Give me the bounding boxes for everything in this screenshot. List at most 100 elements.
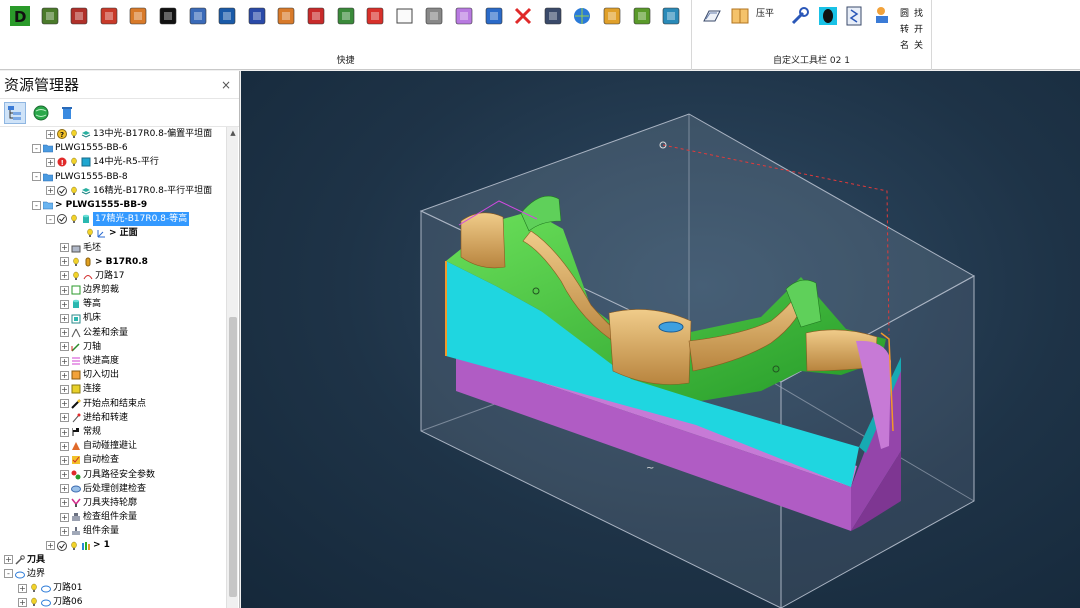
globe-icon[interactable] (570, 4, 594, 28)
expand-icon[interactable]: + (46, 157, 55, 167)
expand-icon[interactable]: + (60, 243, 69, 253)
collapse-icon[interactable]: - (32, 200, 41, 210)
tree-item[interactable]: + > 1 (0, 538, 226, 552)
close-icon[interactable]: × (221, 78, 231, 92)
tree-item[interactable]: + 刀具夹持轮廓 (0, 496, 226, 510)
collapse-icon[interactable]: - (32, 172, 41, 182)
tree-item[interactable]: - PLWG1555-BB-8 (0, 170, 226, 184)
tree-item[interactable]: + 边界剪裁 (0, 283, 226, 297)
expand-icon[interactable]: + (60, 314, 69, 324)
cube-red-icon[interactable] (97, 4, 121, 28)
panda-icon[interactable] (422, 4, 446, 28)
expand-icon[interactable]: + (46, 129, 55, 139)
flatten-label[interactable]: 压平 (756, 6, 774, 19)
expand-icon[interactable]: + (60, 427, 69, 437)
tag-icon[interactable] (245, 4, 269, 28)
expand-icon[interactable]: + (60, 299, 69, 309)
tree-item[interactable]: + 连接 (0, 382, 226, 396)
tree-item[interactable]: + 刀路01 (0, 581, 226, 595)
expand-icon[interactable]: + (18, 597, 27, 607)
tree-item[interactable]: + 后处理创建检查 (0, 482, 226, 496)
tree-item[interactable]: + 自动检查 (0, 453, 226, 467)
expand-icon[interactable]: + (60, 470, 69, 480)
expand-icon[interactable]: + (60, 413, 69, 423)
tree-item[interactable]: + 快进高度 (0, 354, 226, 368)
silhouette-icon[interactable] (156, 4, 180, 28)
battery-icon[interactable] (600, 4, 624, 28)
tree-item[interactable]: + 组件余量 (0, 524, 226, 538)
bucket-icon[interactable] (38, 4, 62, 28)
cnc-icon[interactable] (870, 4, 894, 28)
tree-item[interactable]: + 公差和余量 (0, 326, 226, 340)
find-label[interactable]: 找 (914, 6, 923, 19)
name-label[interactable]: 名 (900, 38, 909, 51)
tree-item[interactable]: - 边界 (0, 567, 226, 581)
tree-item[interactable]: + 毛坯 (0, 241, 226, 255)
graphics-viewport[interactable]: ~ (241, 71, 1080, 608)
expand-icon[interactable]: + (60, 370, 69, 380)
expand-icon[interactable]: + (60, 455, 69, 465)
close-label[interactable]: 关 (914, 38, 923, 51)
transfer-icon[interactable] (482, 4, 506, 28)
tree-item[interactable]: + 开始点和结束点 (0, 397, 226, 411)
scroll-up-icon[interactable]: ▲ (227, 127, 239, 139)
expand-icon[interactable]: + (46, 186, 55, 196)
tree-item[interactable]: +! 14中光-R5-平行 (0, 155, 226, 169)
scrollbar-thumb[interactable] (229, 317, 237, 597)
chart-icon[interactable] (274, 4, 298, 28)
expand-icon[interactable]: + (60, 257, 69, 267)
expand-icon[interactable]: + (60, 356, 69, 366)
expand-icon[interactable]: + (60, 526, 69, 536)
collapse-icon[interactable]: - (46, 214, 55, 224)
book-icon[interactable] (728, 4, 752, 28)
grid-icon[interactable] (334, 4, 358, 28)
tree-item[interactable]: + 常规 (0, 425, 226, 439)
tree-view-icon[interactable] (4, 101, 26, 124)
tree-item[interactable]: - PLWG1555-BB-6 (0, 141, 226, 155)
flatten-surface-icon[interactable] (700, 4, 724, 28)
expand-icon[interactable]: + (60, 484, 69, 494)
cube-icon[interactable] (452, 4, 476, 28)
needle-icon[interactable] (67, 4, 91, 28)
people-icon[interactable] (186, 4, 210, 28)
expand-icon[interactable]: + (60, 342, 69, 352)
turn-label[interactable]: 转 (900, 22, 909, 35)
tree-item[interactable]: > 正面 (0, 226, 226, 240)
target-icon[interactable] (304, 4, 328, 28)
box-check-icon[interactable] (659, 4, 683, 28)
expand-icon[interactable]: + (60, 328, 69, 338)
expand-icon[interactable]: + (60, 498, 69, 508)
tree-item[interactable]: + 机床 (0, 311, 226, 325)
tree-item[interactable]: + 刀具 (0, 553, 226, 567)
tree-item[interactable]: + > B17R0.8 (0, 255, 226, 269)
expand-icon[interactable]: + (4, 555, 13, 565)
tree-item[interactable]: - > PLWG1555-BB-9 (0, 198, 226, 212)
tree-item[interactable]: + 自动碰撞避让 (0, 439, 226, 453)
open-label[interactable]: 开 (914, 22, 923, 35)
arrows-icon[interactable] (541, 4, 565, 28)
collapse-icon[interactable]: - (32, 143, 41, 153)
shield-cyan-icon[interactable] (816, 4, 840, 28)
tree-item[interactable]: - 17精光-B17R0.8-等高 (0, 212, 226, 227)
tree-item[interactable]: + 检查组件余量 (0, 510, 226, 524)
expand-icon[interactable]: + (60, 384, 69, 394)
tree-item[interactable]: + 等高 (0, 297, 226, 311)
tree-item[interactable]: + 刀轴 (0, 340, 226, 354)
penguin-icon[interactable] (215, 4, 239, 28)
tree-item[interactable]: +16精光-B17R0.8-平行平坦面 (0, 184, 226, 198)
tree-item[interactable]: + 切入切出 (0, 368, 226, 382)
tree-item[interactable]: +? 13中光-B17R0.8-偏置平坦面 (0, 127, 226, 141)
d-icon[interactable]: D (8, 4, 32, 28)
expand-icon[interactable]: + (46, 541, 55, 551)
expand-icon[interactable]: + (60, 441, 69, 451)
tree-item[interactable]: + 刀路06 (0, 595, 226, 608)
collapse-icon[interactable]: - (4, 569, 13, 579)
spring-icon[interactable] (842, 4, 866, 28)
explorer-scrollbar[interactable]: ▲ (226, 127, 238, 608)
toolpath-icon[interactable] (363, 4, 387, 28)
expand-icon[interactable]: + (18, 583, 27, 593)
cube-orange-icon[interactable] (126, 4, 150, 28)
expand-icon[interactable]: + (60, 512, 69, 522)
tree-item[interactable]: + 刀具路径安全参数 (0, 468, 226, 482)
component-icon[interactable] (630, 4, 654, 28)
